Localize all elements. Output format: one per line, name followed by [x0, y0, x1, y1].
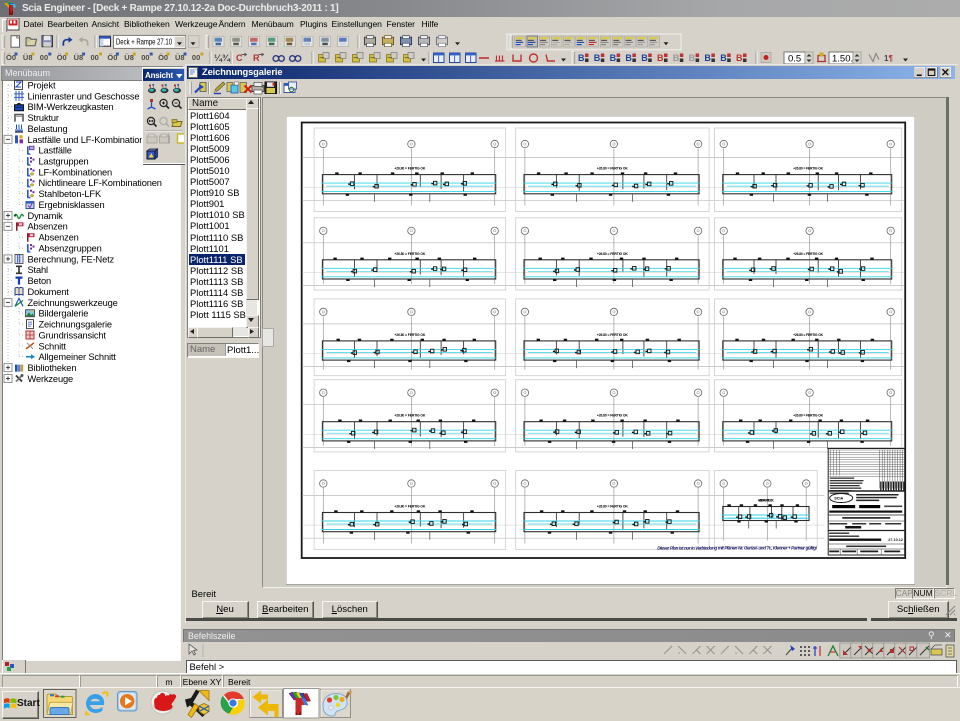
svg-text:SCIA: SCIA [834, 496, 843, 500]
svg-text:+26.80 = FERTIG OK: +26.80 = FERTIG OK [793, 251, 824, 255]
svg-text:Beton: Beton [28, 276, 52, 286]
svg-text:Stahlbeton-LFK: Stahlbeton-LFK [39, 189, 102, 199]
svg-text:00: 00 [40, 53, 48, 62]
svg-text:+26.80 = FERTIG OK: +26.80 = FERTIG OK [597, 166, 629, 170]
svg-text:Absenzgruppen: Absenzgruppen [39, 243, 102, 253]
svg-text:1¶: 1¶ [884, 54, 893, 63]
svg-text:Ergebnisklassen: Ergebnisklassen [39, 200, 105, 210]
svg-text:Lastfälle: Lastfälle [39, 146, 72, 156]
svg-text:Dokument: Dokument [28, 287, 70, 297]
svg-text:Ü8: Ü8 [23, 53, 33, 62]
svg-text:B: B [578, 53, 585, 63]
svg-text:B: B [657, 53, 664, 63]
svg-text:Bildergalerie: Bildergalerie [39, 309, 89, 319]
svg-text:00: 00 [91, 53, 99, 62]
svg-text:00: 00 [192, 53, 200, 62]
svg-text:LF-Kombinationen: LF-Kombinationen [39, 167, 113, 177]
svg-text:Bibliotheken: Bibliotheken [28, 363, 77, 373]
svg-text:Schnitt: Schnitt [39, 341, 67, 351]
svg-text:27.10.12: 27.10.12 [888, 538, 903, 542]
svg-text:Lastgruppen: Lastgruppen [39, 156, 89, 166]
svg-text:+26.80 = FERTIG OK: +26.80 = FERTIG OK [597, 413, 629, 417]
svg-text:+26.80 = FERTIG OK: +26.80 = FERTIG OK [394, 504, 426, 508]
svg-text:00: 00 [141, 53, 149, 62]
svg-text:B: B [625, 53, 632, 63]
svg-text:B: B [704, 53, 711, 63]
svg-text:+26.80 = FERTIG OK: +26.80 = FERTIG OK [758, 498, 775, 502]
svg-text:¼¾: ¼¾ [214, 53, 231, 64]
svg-text:Dynamik: Dynamik [28, 211, 64, 221]
svg-text:Zeichnungswerkzeuge: Zeichnungswerkzeuge [28, 298, 118, 308]
svg-text:B: B [689, 53, 696, 63]
svg-text:Absenzen: Absenzen [28, 222, 68, 232]
svg-text:+26.80 = FERTIG OK: +26.80 = FERTIG OK [597, 251, 629, 255]
svg-text:Werkzeuge: Werkzeuge [28, 374, 74, 384]
svg-text:+26.80 = FERTIG OK: +26.80 = FERTIG OK [394, 251, 426, 255]
svg-text:+26.80 = FERTIG OK: +26.80 = FERTIG OK [597, 332, 629, 336]
svg-text:B: B [641, 53, 648, 63]
svg-text:BIM-Werkzeugkasten: BIM-Werkzeugkasten [28, 102, 114, 112]
svg-text:Ü8: Ü8 [124, 53, 134, 62]
svg-text:Ü8: Ü8 [175, 53, 185, 62]
svg-text:B: B [594, 53, 601, 63]
svg-text:Stahl: Stahl [28, 265, 49, 275]
svg-text:+26.80 = FERTIG OK: +26.80 = FERTIG OK [793, 413, 824, 417]
svg-text:Ü8: Ü8 [74, 53, 84, 62]
svg-text:Allgemeiner Schnitt: Allgemeiner Schnitt [39, 352, 117, 362]
svg-text:+26.80 = FERTIG OK: +26.80 = FERTIG OK [394, 166, 426, 170]
svg-text:Lastfälle und LF-Kombinationen: Lastfälle und LF-Kombinationen [28, 135, 155, 145]
svg-text:B: B [720, 53, 727, 63]
svg-text:Zeichnungsgalerie: Zeichnungsgalerie [39, 320, 112, 330]
svg-text:B: B [736, 53, 743, 63]
svg-text:+26.80 = FERTIG OK: +26.80 = FERTIG OK [394, 332, 426, 336]
svg-text:Linienraster und Geschosse: Linienraster und Geschosse [28, 91, 140, 101]
svg-text:+26.80 = FERTIG OK: +26.80 = FERTIG OK [793, 332, 824, 336]
svg-text:+26.80 = FERTIG OK: +26.80 = FERTIG OK [597, 504, 629, 508]
svg-text:+26.80 = FERTIG OK: +26.80 = FERTIG OK [394, 413, 426, 417]
svg-text:Nichtlineare LF-Kombinationen: Nichtlineare LF-Kombinationen [39, 178, 162, 188]
svg-text:+26.80 = FERTIG OK: +26.80 = FERTIG OK [793, 166, 824, 170]
svg-text:Berechnung, FE-Netz: Berechnung, FE-Netz [28, 254, 115, 264]
svg-text:Belastung: Belastung [28, 124, 68, 134]
svg-text:B: B [673, 53, 680, 63]
svg-text:Grundrissansicht: Grundrissansicht [39, 330, 107, 340]
svg-text:B: B [610, 53, 617, 63]
svg-text:Struktur: Struktur [28, 113, 59, 123]
svg-text:Projekt: Projekt [28, 80, 56, 90]
svg-text:Dieser Plan ist nur in Verbind: Dieser Plan ist nur in Verbindung mit Pl… [657, 545, 817, 550]
svg-text:Absenzen: Absenzen [39, 233, 79, 243]
svg-text:Deck + Rampe 27.10: Deck + Rampe 27.10 [116, 38, 173, 47]
